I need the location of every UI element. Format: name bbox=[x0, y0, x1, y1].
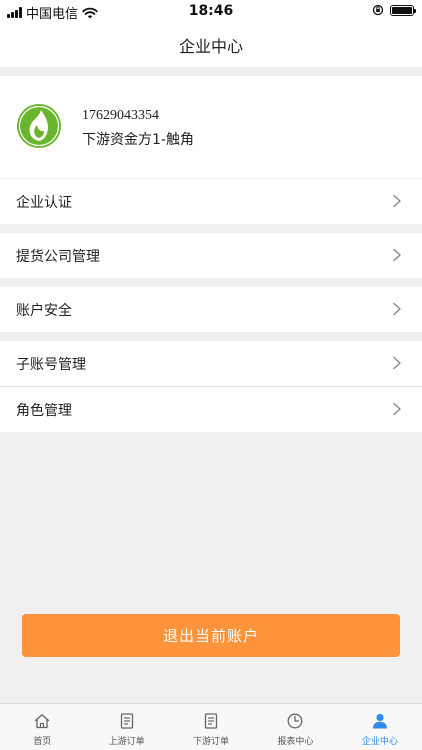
user-icon bbox=[372, 713, 387, 729]
menu-item-account-security[interactable]: 账户安全 bbox=[0, 287, 422, 332]
tab-label: 首页 bbox=[33, 737, 52, 747]
battery-icon bbox=[390, 4, 416, 16]
menu-item-label: 提货公司管理 bbox=[16, 248, 100, 265]
nav-bar: 企业中心 bbox=[0, 22, 422, 67]
chevron-right-icon bbox=[393, 248, 401, 262]
menu-item-label: 企业认证 bbox=[16, 194, 72, 211]
tab-downstream-orders[interactable]: 下游订单 bbox=[169, 704, 253, 750]
page-title: 企业中心 bbox=[178, 36, 243, 56]
menu-item-pickup-company-management[interactable]: 提货公司管理 bbox=[0, 233, 422, 278]
tab-home[interactable]: 首页 bbox=[0, 704, 84, 750]
chevron-right-icon bbox=[393, 356, 401, 370]
orientation-lock-icon bbox=[372, 4, 384, 16]
menu-item-sub-account-management[interactable]: 子账号管理 bbox=[0, 341, 422, 386]
profile-phone: 17629043354 bbox=[82, 108, 159, 123]
tab-label: 企业中心 bbox=[361, 737, 398, 747]
menu-item-label: 账户安全 bbox=[16, 302, 72, 319]
tab-bar: 首页 上游订单 下游订单 报表中心 企业中心 bbox=[0, 703, 422, 750]
status-bar: 中国电信 18:46 bbox=[0, 0, 422, 22]
menu-item-role-management[interactable]: 角色管理 bbox=[0, 387, 422, 432]
home-icon bbox=[35, 714, 50, 729]
status-right bbox=[372, 4, 416, 16]
chevron-right-icon bbox=[393, 194, 401, 208]
tab-enterprise-center[interactable]: 企业中心 bbox=[338, 704, 422, 750]
menu-item-enterprise-certification[interactable]: 企业认证 bbox=[0, 179, 422, 224]
chevron-right-icon bbox=[393, 302, 401, 316]
menu-item-label: 子账号管理 bbox=[16, 356, 86, 373]
tab-report-center[interactable]: 报表中心 bbox=[253, 704, 337, 750]
tab-upstream-orders[interactable]: 上游订单 bbox=[84, 704, 168, 750]
logout-button[interactable]: 退出当前账户 bbox=[22, 614, 400, 657]
chevron-right-icon bbox=[393, 402, 401, 416]
profile-card: 17629043354 下游资金方1-触角 bbox=[0, 76, 422, 178]
status-time: 18:46 bbox=[188, 3, 234, 19]
tab-label: 下游订单 bbox=[193, 737, 230, 747]
profile-company: 下游资金方1-触角 bbox=[82, 132, 194, 148]
clock-icon bbox=[287, 713, 303, 729]
document-icon bbox=[204, 713, 218, 729]
tab-label: 上游订单 bbox=[108, 737, 145, 747]
document-icon bbox=[120, 713, 133, 729]
company-logo-icon bbox=[17, 104, 61, 148]
tab-label: 报表中心 bbox=[277, 737, 314, 747]
menu-item-label: 角色管理 bbox=[16, 402, 72, 419]
